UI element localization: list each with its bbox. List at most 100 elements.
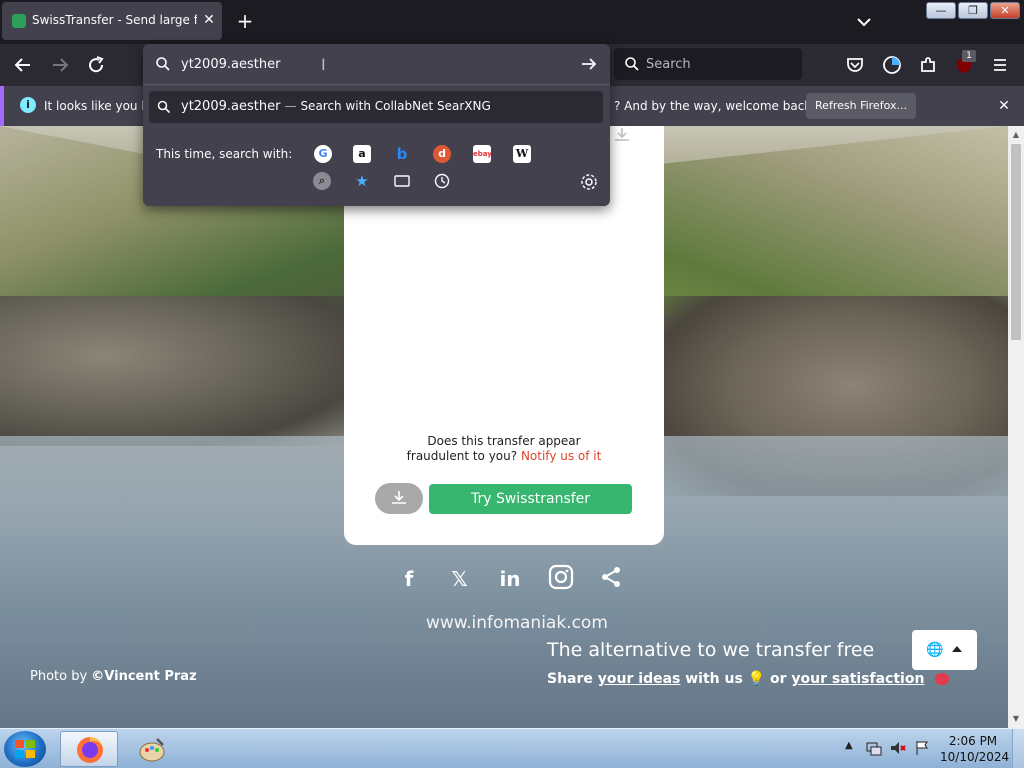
- try-swisstransfer-button[interactable]: Try Swisstransfer: [429, 484, 632, 514]
- google-icon[interactable]: G: [314, 145, 332, 163]
- notify-us-link[interactable]: Notify us of it: [521, 449, 601, 463]
- url-bar-dropdown: yt2009.aesther I yt2009.aesther — Search w…: [143, 44, 610, 206]
- background-rocks-left: [0, 296, 350, 446]
- x-twitter-icon[interactable]: 𝕏: [445, 567, 475, 591]
- caret-up-icon: [952, 646, 962, 652]
- action-center-flag-icon: [916, 741, 928, 755]
- share-icon[interactable]: [596, 566, 626, 593]
- system-clock[interactable]: 2:06 PM 10/10/2024: [940, 733, 1009, 765]
- your-ideas-link[interactable]: your ideas: [598, 671, 681, 687]
- forward-button[interactable]: [47, 52, 73, 78]
- start-button[interactable]: [4, 731, 46, 767]
- search-icon: [156, 57, 170, 71]
- pocket-icon: [847, 58, 863, 72]
- fraud-report-text: Does this transfer appear fraudulent to …: [344, 434, 664, 464]
- hamburger-menu-icon: [994, 59, 1006, 71]
- lightbulb-icon: 💡: [747, 671, 766, 687]
- tabs-icon[interactable]: [393, 172, 411, 190]
- reload-button[interactable]: [83, 52, 109, 78]
- share-prefix: Share: [547, 671, 593, 687]
- gear-icon: [581, 174, 597, 190]
- tab-strip: SwissTransfer - Send large files ✕ + — ❐…: [0, 0, 1024, 44]
- scroll-down-arrow-icon[interactable]: ▼: [1011, 714, 1021, 724]
- your-satisfaction-link[interactable]: your satisfaction: [791, 671, 924, 687]
- go-arrow-icon: [582, 58, 597, 70]
- heart-icon: [935, 673, 950, 685]
- facebook-icon[interactable]: f: [394, 567, 424, 591]
- reload-icon: [89, 56, 104, 73]
- paint-icon: [139, 738, 165, 762]
- dropdown-divider: [143, 84, 610, 85]
- taskbar-firefox[interactable]: [60, 731, 118, 767]
- search-settings-button[interactable]: [579, 172, 599, 192]
- download-icon[interactable]: [612, 126, 632, 144]
- search-bar[interactable]: Search: [614, 48, 802, 80]
- notification-close-icon[interactable]: ✕: [994, 96, 1014, 116]
- scroll-thumb[interactable]: [1011, 144, 1021, 340]
- language-selector[interactable]: 🌐: [912, 630, 977, 670]
- suggestion-text: yt2009.aesther — Search with CollabNet Sea…: [181, 99, 491, 114]
- page-scrollbar[interactable]: ▲ ▼: [1008, 126, 1024, 728]
- tray-expand-icon[interactable]: ▲: [845, 740, 853, 751]
- extensions-button[interactable]: [915, 52, 941, 78]
- photo-credit-prefix: Photo by: [30, 669, 92, 684]
- social-links: f 𝕏 in: [394, 564, 626, 594]
- fraud-question-line1: Does this transfer appear: [427, 434, 581, 448]
- background-mountain-right: [660, 126, 1008, 316]
- search-bar-placeholder: Search: [646, 57, 691, 72]
- text-cursor-icon: I: [321, 55, 326, 74]
- swisstransfer-favicon-icon: [12, 14, 26, 28]
- show-desktop-button[interactable]: [1012, 729, 1024, 768]
- clock-time: 2:06 PM: [948, 734, 998, 748]
- new-tab-button[interactable]: +: [232, 8, 258, 34]
- tab-swisstransfer[interactable]: SwissTransfer - Send large files ✕: [2, 2, 222, 40]
- ublock-count-badge: 1: [962, 50, 976, 62]
- taskbar-paint[interactable]: [122, 731, 180, 767]
- close-window-button[interactable]: ✕: [990, 2, 1020, 19]
- searxng-icon[interactable]: ⌕: [313, 172, 331, 190]
- one-off-search-label: This time, search with:: [156, 147, 293, 161]
- photo-credit-author[interactable]: ©Vincent Praz: [91, 669, 196, 684]
- windows-logo-icon: [15, 740, 35, 758]
- search-suggestion-row[interactable]: yt2009.aesther — Search with CollabNet Sea…: [149, 91, 603, 123]
- suggestion-separator: —: [284, 99, 297, 113]
- share-mid: with us: [685, 671, 743, 687]
- url-input-value[interactable]: yt2009.aesther: [181, 57, 280, 72]
- window-controls: — ❐ ✕: [926, 2, 1020, 20]
- search-icon: [625, 57, 639, 71]
- firefox-account-button[interactable]: [879, 52, 905, 78]
- url-input[interactable]: yt2009.aesther I: [143, 44, 610, 84]
- linkedin-icon[interactable]: in: [495, 567, 525, 591]
- tab-close-icon[interactable]: ✕: [200, 11, 218, 29]
- pocket-button[interactable]: [842, 52, 868, 78]
- firefox-icon: [77, 737, 103, 763]
- duckduckgo-icon[interactable]: d: [433, 145, 451, 163]
- scroll-up-arrow-icon[interactable]: ▲: [1011, 130, 1021, 140]
- fraud-question-line2: fraudulent to you? Notify us of it: [344, 449, 664, 464]
- notification-message-start: It looks like you ha: [44, 99, 157, 113]
- photo-credit: Photo by ©Vincent Praz: [30, 669, 197, 684]
- feedback-line: Share your ideas with us 💡 or your satis…: [547, 671, 950, 687]
- back-button[interactable]: [10, 52, 36, 78]
- info-icon: i: [20, 97, 36, 113]
- list-all-tabs-button[interactable]: [852, 10, 876, 34]
- wikipedia-icon[interactable]: W: [513, 145, 531, 163]
- amazon-icon[interactable]: a: [353, 145, 371, 163]
- maximize-button[interactable]: ❐: [958, 2, 988, 19]
- infomaniak-link[interactable]: www.infomaniak.com: [426, 613, 608, 633]
- ebay-icon[interactable]: ebay: [473, 145, 492, 163]
- instagram-icon[interactable]: [546, 564, 576, 595]
- system-tray: ▲: [845, 737, 935, 761]
- suggestion-engine-text: Search with CollabNet SearXNG: [300, 99, 491, 113]
- refresh-firefox-button[interactable]: Refresh Firefox...: [806, 93, 916, 119]
- minimize-button[interactable]: —: [926, 2, 956, 19]
- download-arrow-icon: [392, 491, 406, 504]
- history-icon[interactable]: [433, 172, 451, 190]
- chevron-down-icon: [857, 18, 871, 27]
- bing-icon[interactable]: b: [393, 145, 411, 163]
- download-button[interactable]: [375, 483, 423, 514]
- network-icon: [866, 742, 882, 756]
- fraud-question: fraudulent to you?: [406, 449, 518, 463]
- app-menu-button[interactable]: [987, 52, 1013, 78]
- bookmarks-icon[interactable]: ★: [353, 172, 371, 190]
